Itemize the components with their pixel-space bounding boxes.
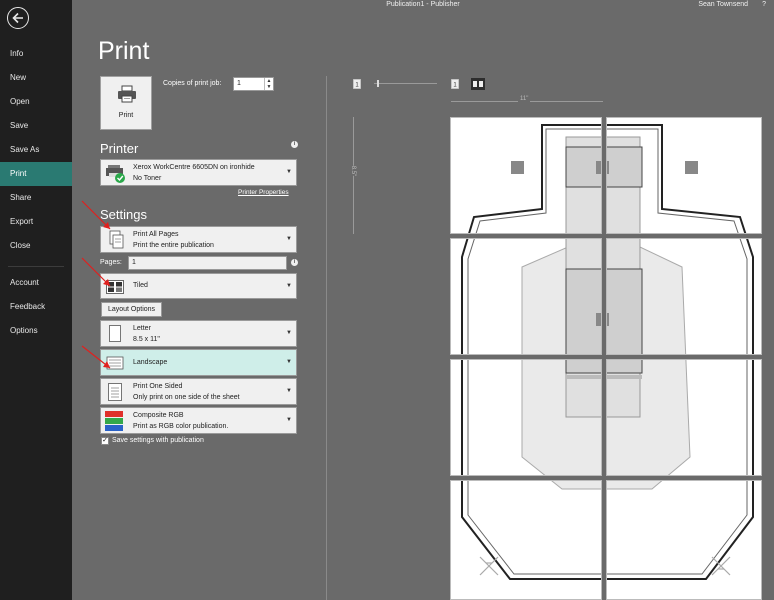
print-pages-desc: Print the entire publication — [133, 242, 214, 249]
orientation-dropdown[interactable]: Landscape ▼ — [100, 349, 297, 376]
layout-dropdown[interactable]: Tiled ▼ — [100, 273, 297, 299]
print-pages-title: Print All Pages — [133, 231, 179, 238]
annotation-arrow — [81, 257, 111, 287]
save-settings-label: Save settings with publication — [112, 437, 204, 444]
nav-item-info[interactable]: Info — [0, 42, 72, 66]
chevron-down-icon: ▼ — [286, 417, 292, 423]
nav-item-close[interactable]: Close — [0, 234, 72, 258]
copies-label: Copies of print job: — [163, 80, 222, 87]
printer-status: No Toner — [133, 175, 162, 182]
orientation-title: Landscape — [133, 359, 168, 366]
nav-item-open[interactable]: Open — [0, 90, 72, 114]
back-arrow-icon — [12, 12, 23, 24]
print-sides-dropdown[interactable]: Print One Sided Only print on one side o… — [100, 378, 297, 405]
page-title: Print — [98, 37, 150, 65]
print-sides-title: Print One Sided — [133, 383, 183, 390]
printer-dropdown[interactable]: Xerox WorkCentre 6605DN on ironhide No T… — [100, 159, 297, 186]
nav-item-export[interactable]: Export — [0, 210, 72, 234]
printer-name: Xerox WorkCentre 6605DN on ironhide — [133, 164, 255, 171]
paper-size-desc: 8.5 x 11" — [133, 336, 160, 343]
copies-value: 1 — [237, 80, 241, 87]
nav-item-options[interactable]: Options — [0, 319, 72, 343]
single-page-view-icon[interactable]: 1 — [353, 79, 361, 89]
tiled-print-preview — [450, 117, 762, 600]
annotation-arrow — [81, 345, 111, 369]
back-button[interactable] — [7, 7, 29, 29]
color-mode-dropdown[interactable]: Composite RGB Print as RGB color publica… — [100, 407, 297, 434]
vertical-ruler-label: 8.5" — [350, 165, 357, 177]
nav-item-share[interactable]: Share — [0, 186, 72, 210]
window-title: Publication1 - Publisher — [386, 1, 460, 8]
annotation-arrow — [81, 200, 111, 230]
printer-status-icon — [106, 165, 125, 183]
chevron-down-icon: ▼ — [286, 330, 292, 336]
paper-size-title: Letter — [133, 325, 151, 332]
save-settings-checkbox[interactable]: ✓ — [101, 437, 109, 445]
zoom-slider-track[interactable] — [374, 83, 437, 84]
nav-item-save-as[interactable]: Save As — [0, 138, 72, 162]
zoom-slider-thumb[interactable] — [377, 80, 379, 87]
paper-icon — [109, 325, 121, 342]
chevron-down-icon: ▼ — [286, 359, 292, 365]
nav-item-print[interactable]: Print — [0, 162, 72, 186]
printer-properties-link[interactable]: Printer Properties — [238, 189, 289, 196]
chevron-down-icon: ▼ — [286, 388, 292, 394]
copies-spin-arrows[interactable]: ▲ ▼ — [264, 78, 273, 90]
help-button[interactable]: ? — [762, 1, 766, 8]
pages-info-icon[interactable]: i — [291, 259, 298, 266]
print-button-label: Print — [118, 112, 134, 119]
chevron-down-icon: ▼ — [286, 283, 292, 289]
nav-separator — [8, 266, 64, 267]
title-bar: Publication1 - Publisher Sean Townsend ? — [72, 0, 774, 14]
actual-size-icon[interactable]: 1 — [451, 79, 459, 89]
nav-item-new[interactable]: New — [0, 66, 72, 90]
rgb-color-icon — [105, 411, 123, 431]
user-name[interactable]: Sean Townsend — [698, 1, 748, 8]
nav-item-account[interactable]: Account — [0, 271, 72, 295]
pane-divider — [326, 76, 327, 600]
layout-title: Tiled — [133, 282, 148, 289]
one-sided-icon — [108, 383, 122, 401]
layout-options-button[interactable]: Layout Options — [101, 302, 162, 317]
paper-size-dropdown[interactable]: Letter 8.5 x 11" ▼ — [100, 320, 297, 347]
horizontal-ruler-label: 11" — [518, 96, 531, 102]
pages-input[interactable]: 1 — [128, 256, 287, 270]
color-mode-desc: Print as RGB color publication. — [133, 423, 229, 430]
multiple-pages-icon[interactable] — [471, 78, 485, 90]
print-pages-dropdown[interactable]: Print All Pages Print the entire publica… — [100, 226, 297, 253]
chevron-down-icon: ▼ — [286, 236, 292, 242]
color-mode-title: Composite RGB — [133, 412, 184, 419]
printer-header: Printer — [100, 141, 139, 156]
nav-item-feedback[interactable]: Feedback — [0, 295, 72, 319]
print-sides-desc: Only print on one side of the sheet — [133, 394, 240, 401]
backstage-sidebar: Info New Open Save Save As Print Share E… — [0, 0, 72, 600]
copies-spinner[interactable]: 1 ▲ ▼ — [233, 77, 274, 91]
print-button[interactable]: Print — [100, 76, 152, 130]
chevron-down-icon: ▼ — [286, 169, 292, 175]
printer-icon — [118, 85, 136, 103]
printer-info-icon[interactable]: i — [291, 141, 298, 148]
nav-item-save[interactable]: Save — [0, 114, 72, 138]
